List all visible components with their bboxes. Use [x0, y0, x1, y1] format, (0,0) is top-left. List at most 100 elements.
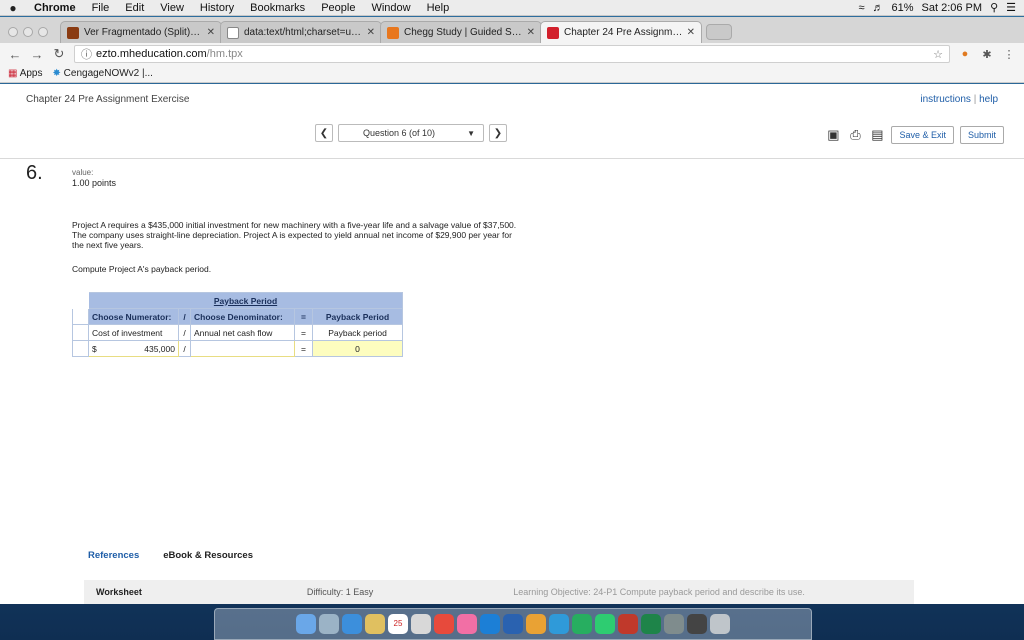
chrome-icon[interactable]	[526, 614, 546, 634]
next-question-button[interactable]: ❯	[489, 124, 507, 142]
volume-icon[interactable]: ♬	[872, 2, 883, 14]
tab-ver-fragmentado[interactable]: Ver Fragmentado (Split) (201 ✕	[60, 21, 222, 43]
notes-icon[interactable]	[411, 614, 431, 634]
header-equals: =	[294, 308, 313, 325]
calendar-icon[interactable]: 25	[388, 614, 408, 634]
minimize-window-icon[interactable]	[23, 27, 33, 37]
battery-label[interactable]: 61%	[891, 2, 913, 14]
word-icon[interactable]	[503, 614, 523, 634]
address-bar[interactable]: ⓘ ezto.mheducation.com /hm.tpx ☆	[74, 45, 950, 63]
safari-icon[interactable]	[342, 614, 362, 634]
apps-bookmark[interactable]: ▦ Apps	[8, 68, 42, 79]
terminal-icon[interactable]	[687, 614, 707, 634]
header-numerator: Choose Numerator:	[88, 308, 179, 325]
references-tab[interactable]: References	[88, 550, 139, 561]
assignment-header: Chapter 24 Pre Assignment Exercise instr…	[0, 84, 1024, 114]
menu-people[interactable]: People	[313, 2, 363, 14]
save-exit-button[interactable]: Save & Exit	[891, 126, 954, 144]
tab-chegg[interactable]: Chegg Study | Guided Solution ✕	[380, 21, 542, 43]
help-link[interactable]: help	[979, 94, 998, 105]
difficulty-label: Difficulty: 1 Easy	[306, 587, 374, 597]
acrobat-icon[interactable]	[618, 614, 638, 634]
menu-chrome[interactable]: Chrome	[26, 2, 84, 14]
tab-chapter-24[interactable]: Chapter 24 Pre Assignment E ✕	[540, 21, 702, 43]
apple-icon[interactable]: ●	[0, 1, 26, 15]
menu-file[interactable]: File	[84, 2, 118, 14]
previous-question-button[interactable]: ❮	[315, 124, 333, 142]
notification-center-icon[interactable]: ☰	[1006, 1, 1016, 14]
kebab-menu-icon[interactable]: ⋮	[1002, 48, 1016, 61]
itunes-icon[interactable]	[457, 614, 477, 634]
result-label: Payback period	[312, 324, 403, 341]
numerator-value: 435,000	[144, 343, 175, 354]
denominator-select[interactable]: Annual net cash flow	[190, 324, 295, 341]
bookmark-star-icon[interactable]: ☆	[933, 48, 943, 61]
clock[interactable]: Sat 2:06 PM	[922, 2, 983, 14]
mac-menubar: ● Chrome File Edit View History Bookmark…	[0, 0, 1024, 16]
tab-strip: Ver Fragmentado (Split) (201 ✕ data:text…	[0, 17, 1024, 43]
zoom-window-icon[interactable]	[38, 27, 48, 37]
chevron-left-icon: ❮	[319, 127, 329, 139]
submit-button[interactable]: Submit	[959, 126, 1004, 144]
currency-symbol: $	[92, 343, 97, 354]
contacts-icon[interactable]	[365, 614, 385, 634]
row2-slash: /	[178, 340, 191, 357]
worksheet-label[interactable]: Worksheet	[96, 587, 142, 597]
tab-label: Ver Fragmentado (Split) (201	[84, 27, 203, 38]
photo-booth-icon[interactable]	[434, 614, 454, 634]
tab-data-url[interactable]: data:text/html;charset=utf-8 ✕	[220, 21, 382, 43]
menu-help[interactable]: Help	[419, 2, 458, 14]
report-icon[interactable]: ▤	[869, 127, 885, 143]
app-store-icon[interactable]	[549, 614, 569, 634]
menu-view[interactable]: View	[152, 2, 192, 14]
info-icon[interactable]: ⓘ	[81, 46, 92, 62]
excel-icon[interactable]	[641, 614, 661, 634]
instructions-link[interactable]: instructions	[920, 94, 971, 105]
spotlight-icon[interactable]: ⚲	[990, 1, 998, 14]
facetime-icon[interactable]	[572, 614, 592, 634]
close-window-icon[interactable]	[8, 27, 18, 37]
puzzle-extension-icon[interactable]: ✱	[980, 48, 994, 61]
trash-icon[interactable]	[710, 614, 730, 634]
assignment-title: Chapter 24 Pre Assignment Exercise	[26, 93, 190, 105]
extension-icon[interactable]: ●	[958, 48, 972, 60]
new-tab-button[interactable]	[706, 24, 732, 40]
table-title: Payback Period	[88, 292, 403, 309]
tab-close-icon[interactable]: ✕	[527, 27, 535, 38]
denominator-input[interactable]	[190, 340, 295, 357]
bookmarks-bar: ▦ Apps ✸ CengageNOWv2 |...	[0, 65, 1024, 83]
menu-edit[interactable]: Edit	[117, 2, 152, 14]
reload-icon[interactable]: ↻	[52, 46, 66, 62]
question-select[interactable]: Question 6 (of 10) ▼	[338, 124, 484, 142]
mheducation-icon	[547, 26, 559, 39]
table-row: Cost of investment / Annual net cash flo…	[72, 324, 403, 341]
tab-close-icon[interactable]: ✕	[367, 27, 375, 38]
ebook-icon[interactable]: ▣	[825, 127, 841, 143]
tab-label: data:text/html;charset=utf-8	[244, 27, 363, 38]
bookmark-cengage[interactable]: ✸ CengageNOWv2 |...	[52, 68, 152, 79]
spotify-icon[interactable]	[595, 614, 615, 634]
preview-icon[interactable]	[664, 614, 684, 634]
tab-favicon-icon	[67, 26, 79, 39]
tab-label: Chegg Study | Guided Solution	[404, 27, 523, 38]
wifi-icon[interactable]: ≈	[858, 2, 864, 14]
menu-bookmarks[interactable]: Bookmarks	[242, 2, 313, 14]
tab-close-icon[interactable]: ✕	[687, 27, 695, 38]
menu-window[interactable]: Window	[363, 2, 418, 14]
header-denominator: Choose Denominator:	[190, 308, 295, 325]
numerator-input[interactable]: $ 435,000	[88, 340, 179, 357]
table-header-row: Choose Numerator: / Choose Denominator: …	[72, 308, 403, 325]
tab-close-icon[interactable]: ✕	[207, 27, 215, 38]
tab-label: Chapter 24 Pre Assignment E	[564, 27, 683, 38]
forward-icon[interactable]: →	[30, 47, 44, 62]
back-icon[interactable]: ←	[8, 47, 22, 62]
launchpad-icon[interactable]	[319, 614, 339, 634]
print-icon[interactable]: ⎙	[847, 127, 863, 143]
numerator-select[interactable]: Cost of investment	[88, 324, 179, 341]
browser-toolbar: ← → ↻ ⓘ ezto.mheducation.com /hm.tpx ☆ ●…	[0, 43, 1024, 65]
ebook-resources-tab[interactable]: eBook & Resources	[163, 550, 253, 561]
finder-icon[interactable]	[296, 614, 316, 634]
header-links: instructions | help	[920, 94, 998, 105]
messages-icon[interactable]	[480, 614, 500, 634]
menu-history[interactable]: History	[192, 2, 242, 14]
